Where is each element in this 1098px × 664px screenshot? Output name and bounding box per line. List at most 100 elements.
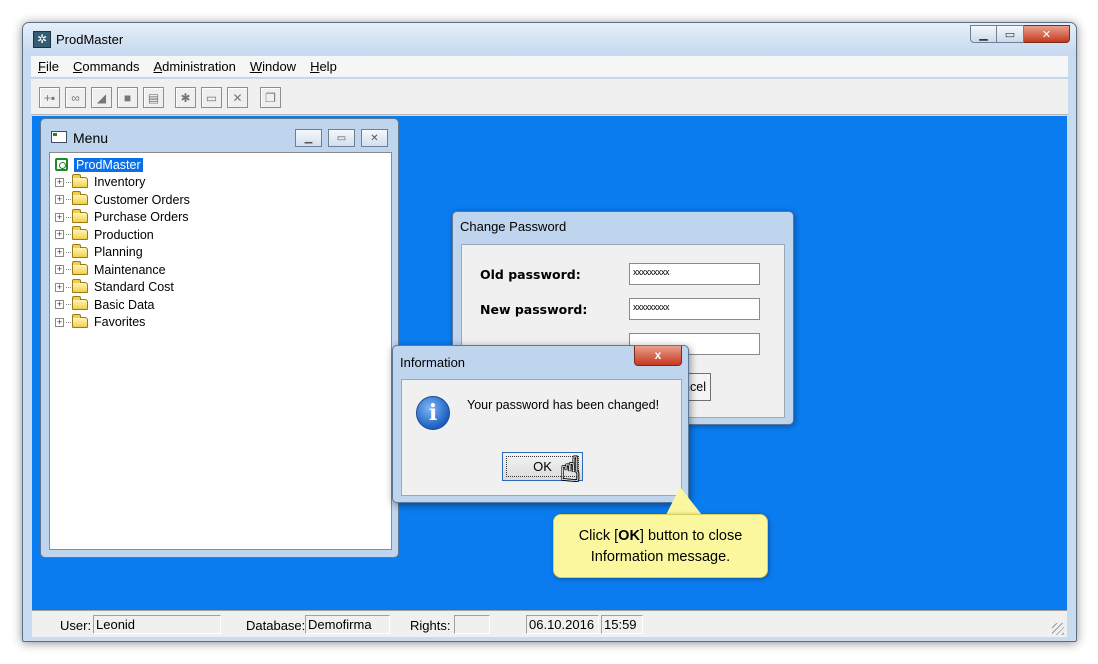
tree-item-maintenance[interactable]: + Maintenance: [50, 261, 391, 279]
expand-icon[interactable]: +: [55, 265, 64, 275]
tree-item-label: Inventory: [94, 175, 146, 190]
information-close-button[interactable]: x: [634, 346, 682, 366]
information-title: Information: [400, 355, 466, 370]
tree-item-standard-cost[interactable]: + Standard Cost: [50, 278, 391, 297]
old-password-field[interactable]: xxxxxxxxx: [629, 263, 760, 285]
menu-bar: File Commands Administration Window Help: [31, 56, 1068, 78]
new-password-label: New password:: [480, 302, 588, 317]
minimize-icon: ▁: [979, 28, 988, 41]
folder-icon: [72, 278, 88, 293]
menu-window-title: Menu: [73, 130, 109, 146]
new-password-field[interactable]: xxxxxxxxx: [629, 298, 760, 320]
new-folder-button[interactable]: ✱: [175, 87, 196, 108]
menu-help[interactable]: Help: [303, 59, 344, 74]
menu-file[interactable]: File: [31, 59, 66, 74]
menu-maximize-button[interactable]: ▭: [328, 129, 355, 147]
menu-minimize-button[interactable]: ▁: [295, 129, 322, 147]
windows-icon: ❐: [265, 90, 276, 105]
maximize-button[interactable]: ▭: [997, 25, 1024, 43]
minimize-button[interactable]: ▁: [970, 25, 997, 43]
folder-icon: [72, 296, 88, 311]
expand-icon[interactable]: +: [55, 247, 64, 257]
pointer-hand-icon: ☝: [560, 451, 581, 489]
minimize-icon: ▁: [304, 132, 313, 144]
expand-icon[interactable]: +: [55, 300, 64, 310]
information-body: i Your password has been changed! OK: [401, 379, 682, 496]
folder-icon: [72, 243, 88, 258]
user-label: User:: [60, 618, 92, 633]
user-field: Leonid: [93, 615, 221, 634]
title-bar[interactable]: ✲ ProdMaster ▁ ▭ ✕: [23, 23, 1076, 55]
expand-icon[interactable]: +: [55, 317, 64, 327]
tree-item-label: Planning: [94, 245, 143, 260]
tree-item-label: Maintenance: [94, 262, 166, 277]
toolbar: +▪ ∞ ◢ ■ ▤ ✱ ▭ ✕ ❐: [31, 79, 1068, 115]
open-folder-button[interactable]: ▭: [201, 87, 222, 108]
tree-item-basic-data[interactable]: + Basic Data: [50, 296, 391, 314]
expand-icon[interactable]: +: [55, 230, 64, 240]
tree-item-favorites[interactable]: + Favorites: [50, 313, 391, 332]
folder-icon: [72, 173, 88, 188]
menu-close-button[interactable]: ✕: [361, 129, 388, 147]
document-button[interactable]: ▤: [143, 87, 164, 108]
expand-icon[interactable]: +: [55, 282, 64, 292]
document-icon: ▤: [147, 90, 160, 105]
instruction-callout: Click [OK] button to close Information m…: [553, 514, 768, 578]
close-button[interactable]: ✕: [1024, 25, 1070, 43]
tree-item-planning[interactable]: + Planning: [50, 243, 391, 262]
information-dialog: Information x i Your password has been c…: [392, 345, 689, 503]
tree-item-production[interactable]: + Production: [50, 226, 391, 244]
expand-icon[interactable]: +: [55, 212, 64, 222]
expand-icon[interactable]: +: [55, 195, 64, 205]
tree-item-purchase-orders[interactable]: + Purchase Orders: [50, 208, 391, 227]
tree-item-inventory[interactable]: + Inventory: [50, 173, 391, 192]
tree-item-customer-orders[interactable]: + Customer Orders: [50, 191, 391, 209]
folder-icon: [72, 313, 88, 328]
old-password-label: Old password:: [480, 267, 581, 282]
tree-root[interactable]: ProdMaster: [50, 156, 391, 174]
folder-icon: [72, 208, 88, 223]
add-icon: +▪: [43, 90, 56, 105]
menu-window[interactable]: Window: [243, 59, 303, 74]
binoculars-icon: ∞: [71, 90, 80, 105]
folder-icon: [72, 226, 88, 241]
new-folder-icon: ✱: [180, 90, 191, 105]
app-icon: ✲: [33, 31, 51, 48]
add-button[interactable]: +▪: [39, 87, 60, 108]
eraser-icon: ◢: [96, 90, 107, 105]
database-field: Demofirma: [305, 615, 390, 634]
root-node-icon: [55, 158, 68, 172]
stop-button[interactable]: ■: [117, 87, 138, 108]
find-button[interactable]: ∞: [65, 87, 86, 108]
menu-window-icon: [51, 131, 67, 143]
close-icon: ✕: [1041, 28, 1052, 41]
tree-item-label: Standard Cost: [94, 280, 174, 295]
app-title: ProdMaster: [56, 32, 124, 47]
tree-item-label: Production: [94, 227, 154, 242]
database-label: Database:: [246, 618, 306, 633]
tree-item-label: Purchase Orders: [94, 210, 189, 225]
close-icon: x: [654, 348, 662, 362]
folder-icon: [72, 261, 88, 276]
windows-button[interactable]: ❐: [260, 87, 281, 108]
menu-administration[interactable]: Administration: [146, 59, 242, 74]
change-password-title: Change Password: [460, 219, 567, 234]
callout-tail: [666, 487, 702, 515]
time-field: 15:59: [601, 615, 643, 634]
tree-item-label: Favorites: [94, 315, 146, 330]
info-icon: i: [416, 396, 450, 430]
erase-button[interactable]: ◢: [91, 87, 112, 108]
information-message: Your password has been changed!: [467, 398, 660, 412]
delete-icon: ✕: [232, 90, 243, 105]
delete-button[interactable]: ✕: [227, 87, 248, 108]
folder-icon: ▭: [205, 90, 218, 105]
rights-field: [454, 615, 490, 634]
resize-grip[interactable]: [1052, 623, 1064, 635]
close-icon: ✕: [370, 132, 379, 144]
menu-commands[interactable]: Commands: [66, 59, 146, 74]
date-field: 06.10.2016: [526, 615, 599, 634]
menu-window: Menu ▁ ▭ ✕ ProdMaster + Inventory + Custome…: [40, 118, 399, 558]
maximize-icon: ▭: [1004, 28, 1016, 41]
expand-icon[interactable]: +: [55, 177, 64, 187]
tree-item-label: Basic Data: [94, 297, 155, 312]
